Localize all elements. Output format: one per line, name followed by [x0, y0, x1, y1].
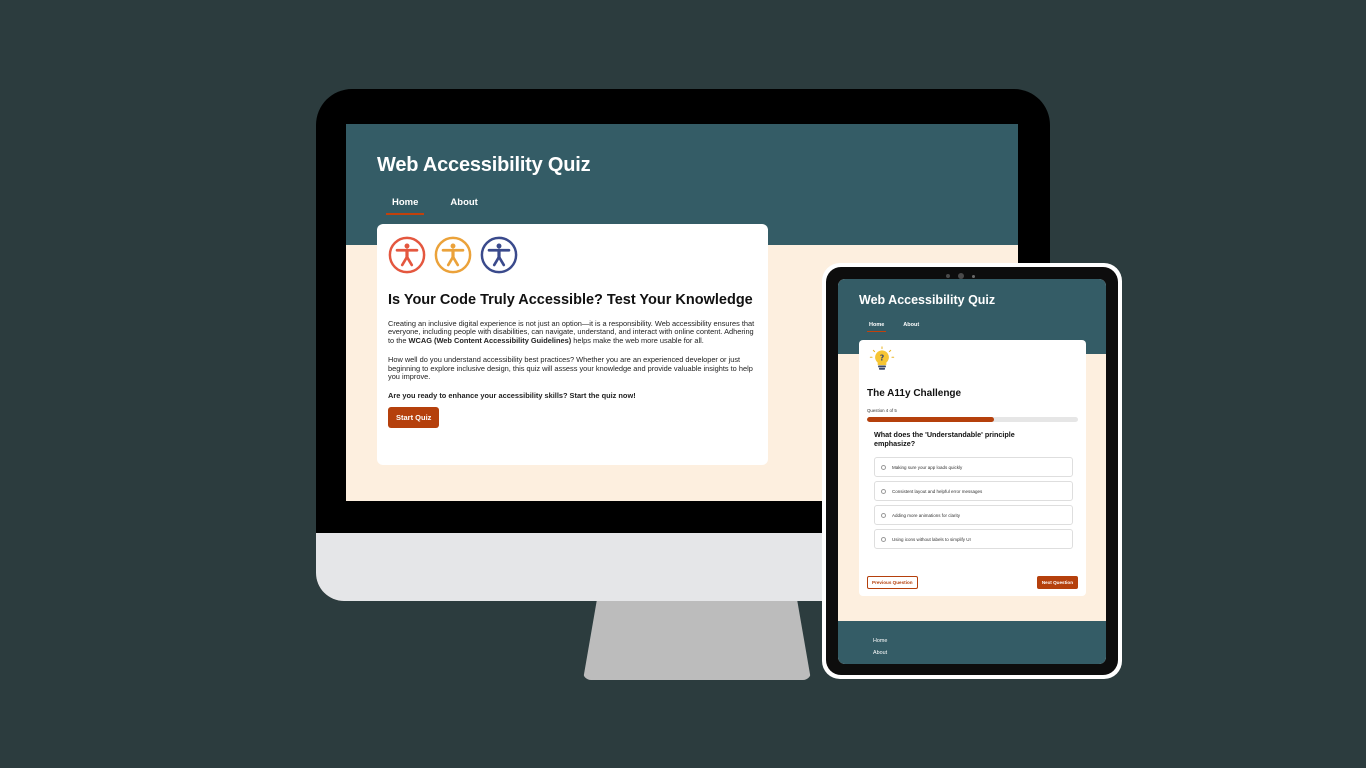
quiz-card: ? The A11y Challenge Question 4 of 5 Wha…	[859, 340, 1086, 596]
answer-option-label: Making sure your app loads quickly	[892, 464, 963, 470]
monitor-stand	[583, 601, 811, 680]
answer-option[interactable]: Adding more animations for clarity	[874, 505, 1073, 525]
quiz-progress-bar	[867, 417, 1078, 422]
sensor-dot	[972, 275, 975, 278]
answer-option-label: Adding more animations for clarity	[892, 512, 961, 518]
sensor-dot	[946, 274, 950, 278]
nav-about-link[interactable]: About	[444, 197, 483, 215]
intro-paragraph-2: How well do you understand accessibility…	[388, 355, 753, 382]
accessibility-icon-blue	[480, 236, 518, 274]
tablet-nav-home-link[interactable]: Home	[867, 322, 887, 332]
main-nav: Home About	[386, 197, 484, 215]
tablet-site-title: Web Accessibility Quiz	[859, 293, 996, 307]
wcag-strong-text: WCAG (Web Content Accessibility Guidelin…	[408, 335, 572, 345]
quiz-title: The A11y Challenge	[867, 388, 962, 399]
footer-about-link[interactable]: About	[873, 647, 1106, 659]
intro-paragraph-1: Creating an inclusive digital experience…	[388, 319, 755, 345]
answer-option[interactable]: Making sure your app loads quickly	[874, 457, 1073, 477]
radio-button[interactable]	[881, 464, 886, 470]
radio-button[interactable]	[881, 488, 886, 494]
answer-option-label: Consistent layout and helpful error mess…	[892, 488, 983, 494]
previous-question-button[interactable]: Previous Question	[867, 576, 918, 589]
answer-option[interactable]: Consistent layout and helpful error mess…	[874, 481, 1073, 501]
tablet-nav-about-link[interactable]: About	[901, 322, 921, 332]
intro-heading: Is Your Code Truly Accessible? Test Your…	[388, 292, 753, 308]
answer-options: Making sure your app loads quickly Consi…	[874, 457, 1078, 549]
svg-text:?: ?	[880, 353, 885, 362]
nav-home-link[interactable]: Home	[386, 197, 425, 215]
tablet-main-nav: Home About	[867, 322, 921, 332]
radio-button[interactable]	[881, 536, 886, 542]
intro-card: Is Your Code Truly Accessible? Test Your…	[377, 224, 768, 465]
site-title: Web Accessibility Quiz	[377, 154, 591, 176]
next-question-button[interactable]: Next Question	[1036, 576, 1078, 589]
question-text: What does the 'Understandable' principle…	[874, 430, 1015, 448]
footer-home-link[interactable]: Home	[873, 635, 1106, 647]
accessibility-icon-orange	[434, 236, 472, 274]
answer-option-label: Using icons without labels to simplify U…	[892, 536, 971, 542]
intro-call-to-action: Are you ready to enhance your accessibil…	[388, 391, 636, 401]
accessibility-icons	[388, 236, 757, 274]
start-quiz-button[interactable]: Start Quiz	[388, 406, 440, 428]
tablet-footer: Home About	[838, 621, 1106, 664]
answer-option[interactable]: Using icons without labels to simplify U…	[874, 529, 1073, 549]
lightbulb-question-icon: ?	[869, 346, 895, 370]
tablet-screen: Web Accessibility Quiz Home About ? The …	[838, 279, 1106, 664]
question-counter: Question 4 of 5	[867, 408, 897, 413]
quiz-progress-fill	[867, 417, 994, 422]
quiz-navigation: Previous Question Next Question	[867, 576, 1078, 589]
accessibility-icon-red	[388, 236, 426, 274]
radio-button[interactable]	[881, 512, 886, 518]
